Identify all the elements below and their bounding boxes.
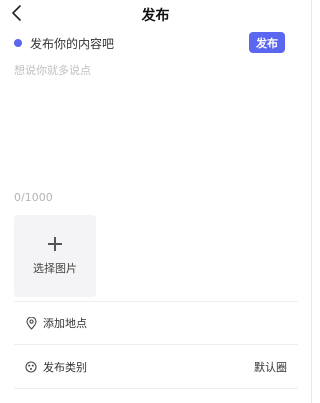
divider bbox=[14, 301, 298, 302]
character-counter: 0/1000 bbox=[14, 191, 53, 204]
divider bbox=[14, 344, 298, 345]
prompt-text: 发布你的内容吧 bbox=[30, 36, 115, 51]
page-edge bbox=[311, 0, 312, 403]
publish-category-row[interactable]: 发布类别 默认圈 bbox=[14, 348, 296, 386]
select-image-label: 选择图片 bbox=[33, 262, 77, 275]
location-pin-icon bbox=[24, 316, 38, 330]
navigation-bar: 发布 bbox=[0, 0, 311, 30]
prompt-row: 发布你的内容吧 bbox=[14, 33, 114, 53]
plus-icon bbox=[48, 237, 62, 251]
prompt-dot bbox=[14, 39, 22, 47]
add-location-row[interactable]: 添加地点 bbox=[14, 304, 296, 342]
publish-category-value: 默认圈 bbox=[254, 361, 287, 374]
category-icon bbox=[24, 360, 38, 374]
content-input[interactable] bbox=[14, 62, 296, 186]
select-image-button[interactable]: 选择图片 bbox=[14, 215, 96, 297]
divider bbox=[14, 388, 298, 389]
publish-category-label: 发布类别 bbox=[43, 361, 87, 374]
page-title: 发布 bbox=[141, 8, 170, 24]
publish-button[interactable]: 发布 bbox=[249, 32, 285, 53]
add-location-label: 添加地点 bbox=[43, 317, 87, 330]
